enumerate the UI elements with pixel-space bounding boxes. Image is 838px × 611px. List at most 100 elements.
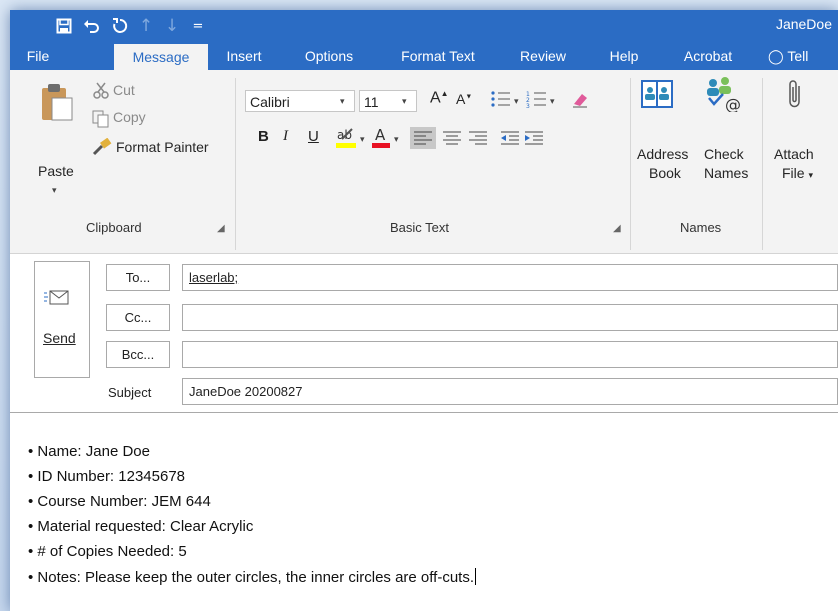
format-painter-icon (92, 137, 112, 161)
message-body[interactable]: • Name: Jane Doe • ID Number: 12345678 •… (10, 412, 838, 611)
tab-insert[interactable]: Insert (216, 42, 272, 70)
check-names-icon[interactable]: @ (703, 76, 743, 117)
copy-button[interactable]: Copy (113, 109, 146, 125)
body-line-name: • Name: Jane Doe (28, 443, 150, 460)
send-envelope-icon (43, 288, 69, 313)
bcc-field[interactable] (182, 341, 838, 368)
text-cursor (475, 568, 477, 585)
bullets-icon[interactable] (490, 90, 512, 113)
tab-tell-me-label: Tell (787, 48, 809, 64)
send-button[interactable]: Send (34, 261, 90, 378)
font-size-dropdown-icon[interactable]: ▾ (402, 96, 407, 107)
bold-button[interactable]: B (258, 128, 269, 145)
basic-text-launcher-icon[interactable]: ◢ (613, 223, 621, 234)
check-names-button[interactable]: Check (704, 146, 744, 162)
cut-icon (92, 82, 110, 105)
cc-field[interactable] (182, 304, 838, 331)
body-line-course-number: • Course Number: JEM 644 (28, 493, 211, 510)
address-book-button[interactable]: Address (637, 146, 688, 162)
names-group-label: Names (680, 220, 722, 235)
italic-button[interactable]: I (283, 128, 288, 145)
outlook-compose-window: ↑ ↓ = JaneDoe File Message Insert Option… (10, 10, 838, 611)
cc-button[interactable]: Cc... (106, 304, 170, 331)
decrease-indent-icon[interactable] (500, 129, 520, 152)
align-center-icon[interactable] (442, 129, 462, 152)
group-separator (762, 78, 763, 250)
bullets-dropdown-icon[interactable]: ▾ (514, 96, 519, 107)
account-name[interactable]: JaneDoe (776, 16, 832, 32)
svg-text:@: @ (725, 95, 741, 112)
clear-formatting-icon[interactable] (570, 90, 590, 113)
subject-label: Subject (108, 385, 152, 400)
svg-text:3: 3 (526, 103, 530, 108)
body-line-material: • Material requested: Clear Acrylic (28, 518, 254, 535)
font-size-combobox[interactable]: 11 (359, 90, 417, 112)
grow-font-icon[interactable]: A▲ (430, 89, 449, 107)
clipboard-launcher-icon[interactable]: ◢ (217, 223, 225, 234)
redo-icon[interactable] (108, 14, 132, 38)
address-book-button-line2[interactable]: Book (649, 165, 681, 181)
to-button[interactable]: To... (106, 264, 170, 291)
body-line-id-number: • ID Number: 12345678 (28, 468, 186, 485)
paste-dropdown-icon[interactable]: ▾ (52, 185, 57, 196)
attach-file-button[interactable]: Attach (774, 146, 814, 162)
attach-file-button-line2[interactable]: File ▾ (782, 165, 813, 181)
ribbon-tabs: File Message Insert Options Format Text … (10, 42, 838, 72)
tab-message[interactable]: Message (114, 44, 208, 72)
send-label: Send (43, 330, 76, 346)
subject-field[interactable]: JaneDoe 20200827 (182, 378, 838, 405)
address-book-icon[interactable] (640, 78, 674, 115)
subject-value: JaneDoe 20200827 (189, 384, 303, 399)
align-right-icon[interactable] (468, 129, 488, 152)
paperclip-icon[interactable] (786, 78, 804, 115)
highlight-dropdown-icon[interactable]: ▾ (360, 134, 365, 145)
undo-icon[interactable] (80, 14, 104, 38)
font-color-icon[interactable]: A (372, 125, 392, 154)
to-recipient[interactable]: laserlab; (189, 270, 238, 285)
bcc-button[interactable]: Bcc... (106, 341, 170, 368)
clipboard-group-label: Clipboard (86, 220, 142, 235)
tab-tell-me[interactable]: ◯ Tell (768, 42, 838, 70)
numbering-icon[interactable]: 123 (526, 90, 548, 113)
arrow-down-icon[interactable]: ↓ (160, 14, 184, 38)
font-name-combobox[interactable]: Calibri (245, 90, 355, 112)
shrink-font-icon[interactable]: A▼ (456, 91, 472, 107)
font-color-dropdown-icon[interactable]: ▾ (394, 134, 399, 145)
increase-indent-icon[interactable] (524, 129, 544, 152)
tab-acrobat[interactable]: Acrobat (670, 42, 746, 70)
tab-review[interactable]: Review (510, 42, 576, 70)
highlight-color-icon[interactable]: ab (336, 125, 358, 154)
check-names-button-line2[interactable]: Names (704, 165, 748, 181)
to-field[interactable]: laserlab; (182, 264, 838, 291)
paste-button[interactable]: Paste (38, 163, 74, 179)
format-painter-button[interactable]: Format Painter (116, 139, 209, 155)
numbering-dropdown-icon[interactable]: ▾ (550, 96, 555, 107)
tab-format-text[interactable]: Format Text (388, 42, 488, 70)
font-name-value: Calibri (250, 94, 290, 110)
align-left-icon[interactable] (410, 127, 436, 154)
lightbulb-icon: ◯ (768, 49, 784, 65)
body-line-notes: • Notes: Please keep the outer circles, … (28, 569, 475, 586)
attach-file-dropdown-icon: ▾ (808, 170, 813, 180)
tab-options[interactable]: Options (294, 42, 364, 70)
body-line-notes-wrapper: • Notes: Please keep the outer circles, … (28, 568, 477, 586)
font-name-dropdown-icon[interactable]: ▾ (340, 96, 345, 107)
quick-access-toolbar: ↑ ↓ = JaneDoe (10, 10, 838, 42)
arrow-up-icon[interactable]: ↑ (134, 14, 158, 38)
save-icon[interactable] (52, 14, 76, 38)
tab-file[interactable]: File (16, 42, 60, 70)
customize-qat-icon[interactable]: = (186, 14, 210, 38)
font-size-value: 11 (364, 94, 379, 110)
attach-file-label: File (782, 165, 805, 181)
ribbon: Paste ▾ Cut Copy Format Painter Clipboar… (10, 70, 838, 254)
svg-text:A: A (375, 126, 386, 144)
paste-icon[interactable] (40, 82, 74, 127)
group-separator (630, 78, 631, 250)
title-bar: ↑ ↓ = JaneDoe File Message Insert Option… (10, 10, 838, 72)
cut-button[interactable]: Cut (113, 82, 135, 98)
tab-help[interactable]: Help (600, 42, 648, 70)
copy-icon (92, 110, 110, 133)
basic-text-group-label: Basic Text (390, 220, 450, 235)
underline-button[interactable]: U (308, 128, 319, 145)
body-line-copies: • # of Copies Needed: 5 (28, 543, 187, 560)
